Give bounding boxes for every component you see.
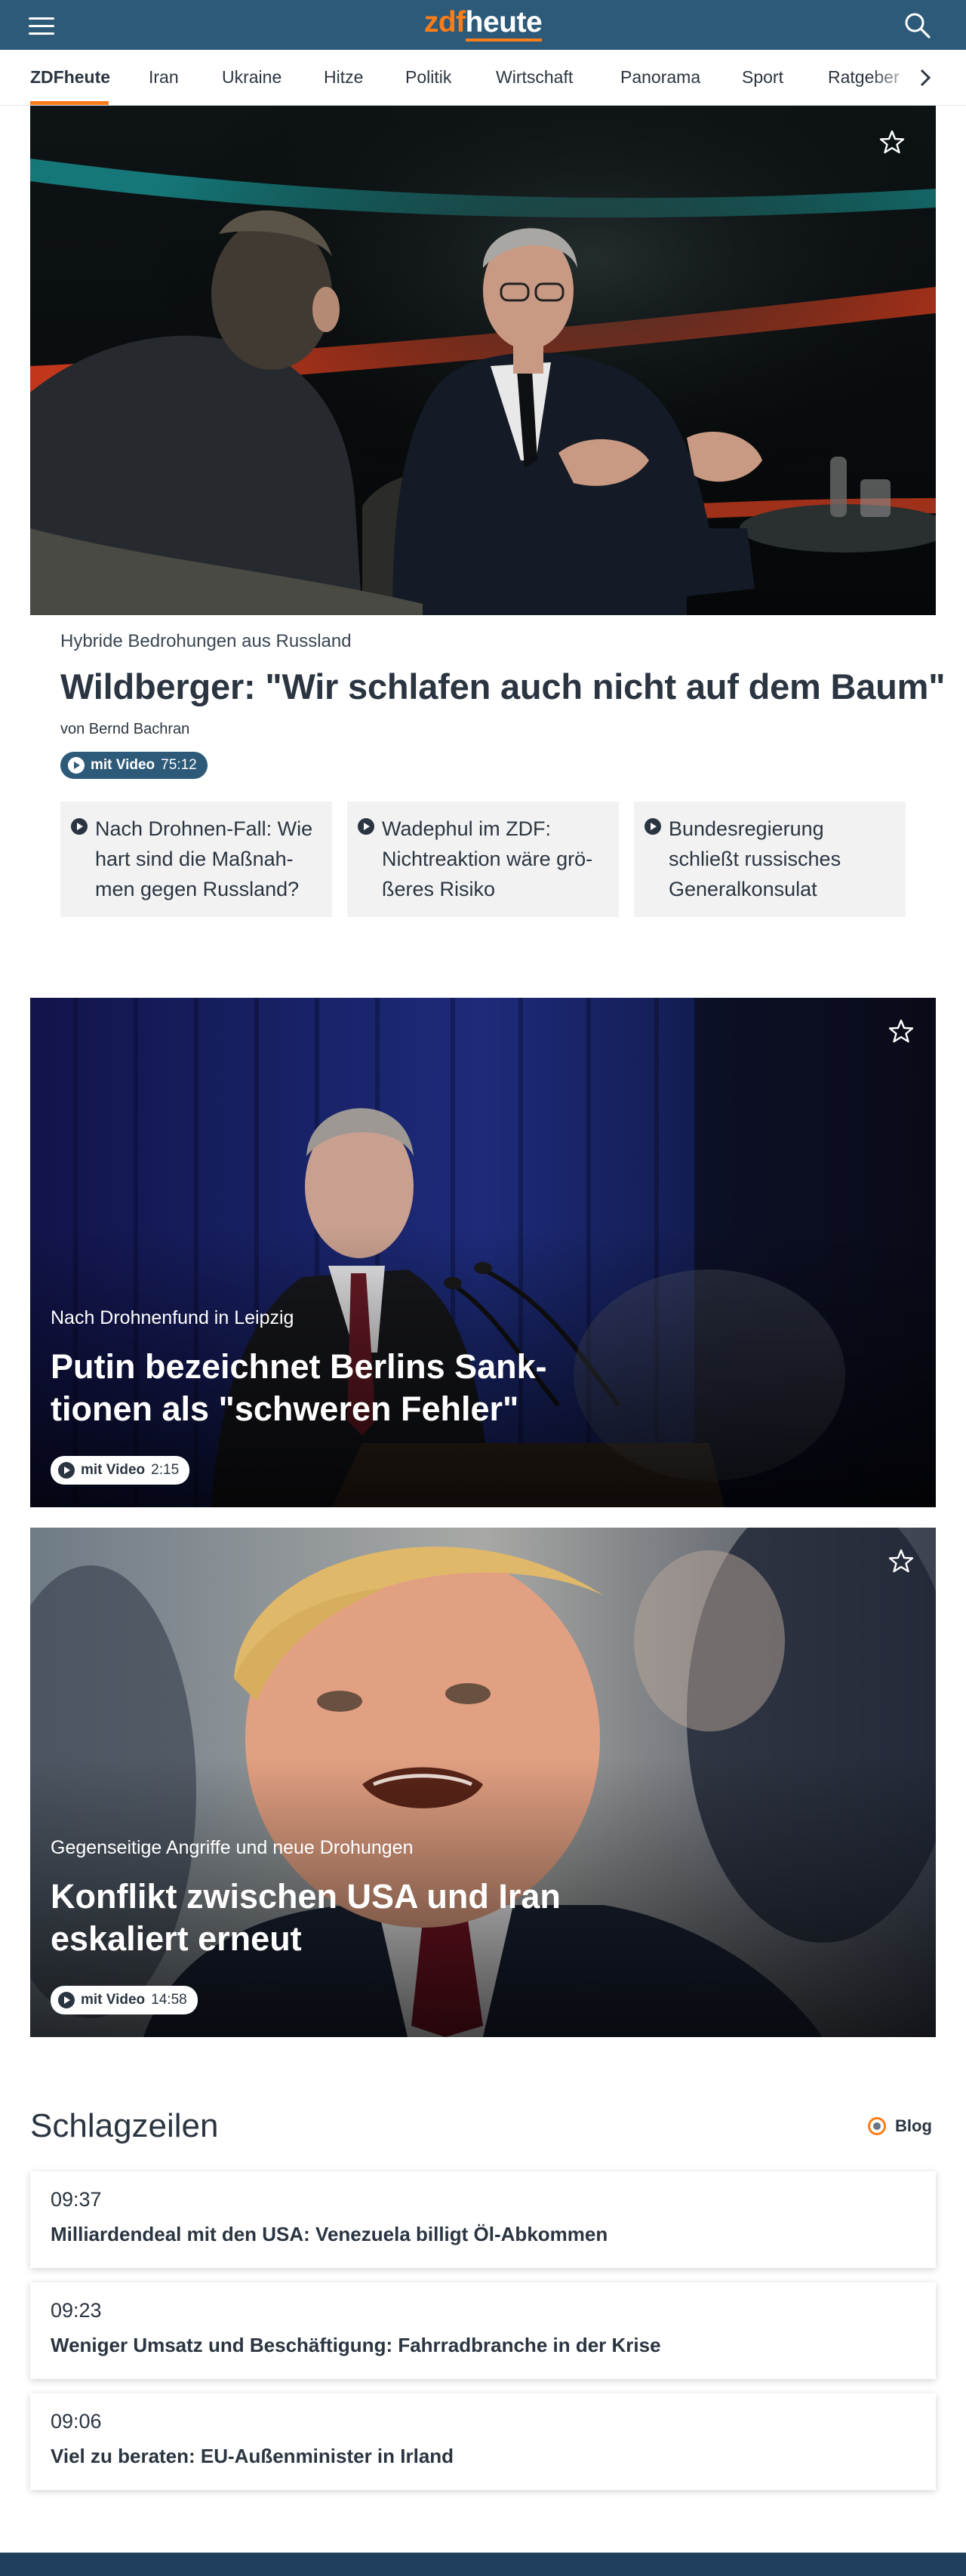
top-bar: zdfheute xyxy=(0,0,966,50)
headline-time: 09:23 xyxy=(51,2299,102,2322)
nav-item-zdfheute[interactable]: ZDFheute xyxy=(30,50,110,106)
play-icon xyxy=(58,1462,75,1479)
logo-heute: heute xyxy=(465,6,543,42)
schlagzeilen-title: Schlagzeilen xyxy=(30,2107,219,2144)
video-label: mit Video xyxy=(91,757,155,773)
video-label: mit Video xyxy=(81,1992,146,2008)
teaser-headline[interactable]: Konflikt zwischen USA und Iran eskaliert… xyxy=(51,1876,561,1960)
related-article-text: Wadephul im ZDF: Nichtreaktion wäre grö-… xyxy=(382,817,593,900)
teaser-headline-line: eskaliert erneut xyxy=(51,1919,302,1958)
related-article-card[interactable]: Bundesregierung schließt russisches Gene… xyxy=(634,802,906,917)
nav-item-sport[interactable]: Sport xyxy=(742,50,783,106)
headline-card[interactable]: 09:37 Milliardendeal mit den USA: Venezu… xyxy=(30,2171,936,2268)
play-icon xyxy=(68,757,85,774)
related-article-card[interactable]: Nach Drohnen-Fall: Wie hart sind die Maß… xyxy=(60,802,332,917)
teaser-text: Nach Drohnenfund in Leipzig Putin bezeic… xyxy=(51,1307,547,1430)
star-icon xyxy=(879,130,905,154)
nav-item-politik[interactable]: Politik xyxy=(405,50,451,106)
teaser-headline-line: Konflikt zwischen USA und Iran xyxy=(51,1877,561,1916)
headline-text: Viel zu beraten: EU-Außenminister in Irl… xyxy=(51,2445,454,2467)
section-nav: ZDFheute Iran Ukraine Hitze Politik Wirt… xyxy=(0,50,966,106)
play-icon xyxy=(58,1992,75,2008)
related-article-text: Bundesregierung schließt russisches Gene… xyxy=(669,817,841,900)
teaser-video-badge[interactable]: mit Video 14:58 xyxy=(51,1986,198,2014)
headline-text: Milliardendeal mit den USA: Venezuela bi… xyxy=(51,2223,608,2245)
bookmark-button[interactable] xyxy=(877,127,907,157)
teaser-card[interactable]: Gegenseitige Angriffe und neue Drohungen… xyxy=(30,1528,936,2037)
nav-scroll-right-button[interactable] xyxy=(915,66,936,89)
logo-zdf: zdf xyxy=(423,6,466,38)
nav-item-iran[interactable]: Iran xyxy=(149,50,179,106)
teaser-overline: Nach Drohnenfund in Leipzig xyxy=(51,1307,294,1328)
portrait-photo xyxy=(30,1528,936,2037)
related-article-card[interactable]: Wadephul im ZDF: Nichtreaktion wäre grö-… xyxy=(347,802,619,917)
zdfheute-logo[interactable]: zdfheute xyxy=(0,6,966,42)
teaser-headline[interactable]: Putin bezeichnet Berlins Sank- tionen al… xyxy=(51,1346,547,1430)
video-duration: 14:58 xyxy=(151,1992,187,2008)
play-icon xyxy=(645,818,661,835)
lead-teaser-image[interactable] xyxy=(30,106,936,615)
teaser-video-badge[interactable]: mit Video 2:15 xyxy=(51,1456,190,1485)
teaser-text: Gegenseitige Angriffe und neue Drohungen… xyxy=(51,1837,561,1960)
talkshow-photo xyxy=(30,106,936,615)
related-article-text: Nach Drohnen-Fall: Wie hart sind die Maß… xyxy=(95,817,313,900)
search-icon xyxy=(905,13,931,38)
teaser-headline-line: Putin bezeichnet Berlins Sank- xyxy=(51,1347,547,1386)
teaser-overline: Gegenseitige Angriffe und neue Drohungen xyxy=(51,1837,414,1858)
lead-video-badge[interactable]: mit Video 75:12 xyxy=(60,752,208,779)
star-icon xyxy=(888,1019,914,1043)
nav-item-panorama[interactable]: Panorama xyxy=(620,50,700,106)
video-duration: 75:12 xyxy=(161,757,197,773)
lead-overline: Hybride Bedrohungen aus Russland xyxy=(60,631,352,651)
nav-item-hitze[interactable]: Hitze xyxy=(324,50,363,106)
nav-item-ukraine[interactable]: Ukraine xyxy=(222,50,281,106)
play-icon xyxy=(358,818,374,835)
chevron-right-icon xyxy=(920,69,931,87)
headline-time: 09:37 xyxy=(51,2188,102,2211)
lead-headline[interactable]: Wildberger: "Wir schlafen auch nicht auf… xyxy=(60,666,946,707)
footer-band xyxy=(0,2553,966,2576)
search-button[interactable] xyxy=(903,11,933,41)
nav-active-indicator xyxy=(30,101,109,105)
video-label: mit Video xyxy=(81,1462,146,1478)
video-duration: 2:15 xyxy=(151,1462,180,1478)
teaser-card[interactable]: Nach Drohnenfund in Leipzig Putin bezeic… xyxy=(30,998,936,1507)
bookmark-button[interactable] xyxy=(886,1016,916,1046)
headline-text: Weniger Umsatz und Beschäftigung: Fahrra… xyxy=(51,2334,661,2356)
headline-card[interactable]: 09:23 Weniger Umsatz und Beschäftigung: … xyxy=(30,2282,936,2379)
live-dot-icon xyxy=(868,2117,886,2135)
nav-item-wirtschaft[interactable]: Wirtschaft xyxy=(496,50,573,106)
play-icon xyxy=(71,818,88,835)
headline-time: 09:06 xyxy=(51,2410,102,2433)
bookmark-button[interactable] xyxy=(886,1546,916,1576)
blog-link[interactable]: Blog xyxy=(868,2116,932,2136)
headline-card[interactable]: 09:06 Viel zu beraten: EU-Außenminister … xyxy=(30,2393,936,2490)
podium-photo xyxy=(30,998,936,1507)
teaser-headline-line: tionen als "schweren Fehler" xyxy=(51,1390,519,1428)
blog-label: Blog xyxy=(895,2116,932,2135)
star-icon xyxy=(888,1549,914,1573)
lead-byline: von Bernd Bachran xyxy=(60,721,190,737)
